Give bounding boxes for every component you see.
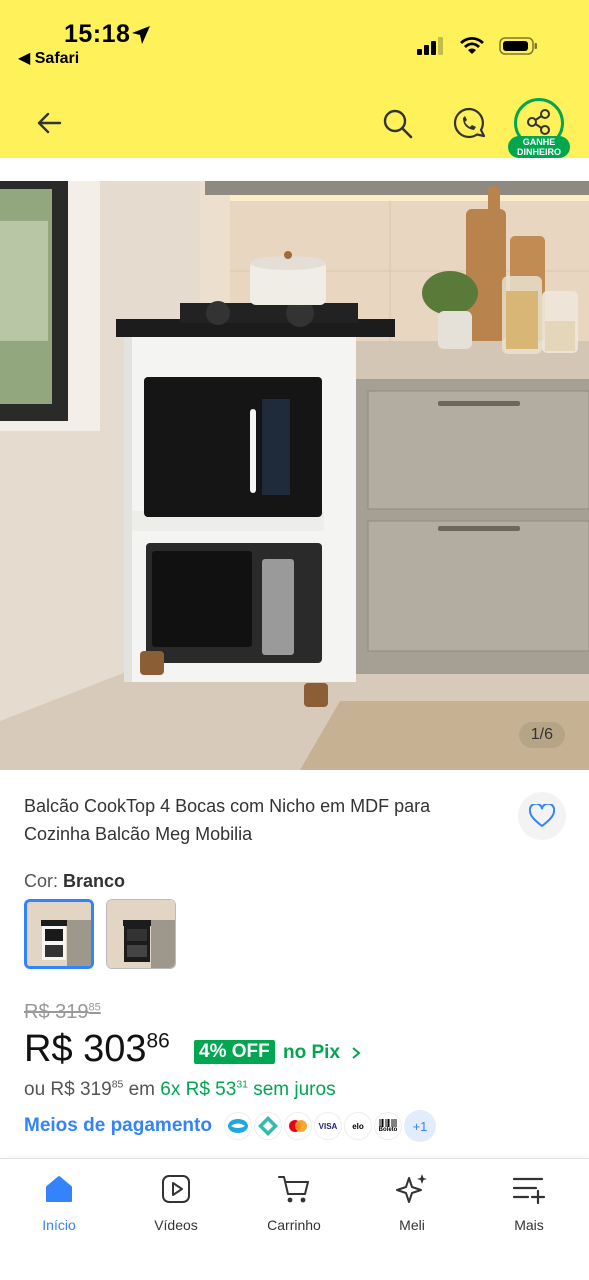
current-price-cents: 86: [146, 1029, 170, 1053]
nav-home[interactable]: Início: [9, 1171, 109, 1233]
sparkle-icon: [396, 1174, 427, 1203]
image-counter: 1/6: [518, 722, 565, 748]
installment-suffix: sem juros: [247, 1079, 336, 1100]
installment-prefix-cents: 85: [111, 1079, 124, 1091]
nav-cart-label: Carrinho: [267, 1217, 321, 1233]
wifi-icon: [460, 37, 484, 54]
pix-link[interactable]: no Pix: [283, 1042, 363, 1064]
color-value: Branco: [63, 871, 126, 891]
color-label: Cor:: [24, 871, 64, 891]
original-price-main: R$ 319: [24, 1001, 89, 1023]
earn-badge-line1: GANHE: [522, 137, 556, 147]
mercadopago-icon: [224, 1112, 252, 1140]
nav-more-label: Mais: [514, 1217, 544, 1233]
original-price: R$ 31985: [24, 1001, 101, 1024]
status-icons: [417, 36, 539, 56]
installment-cents: 31: [236, 1079, 248, 1091]
cart-icon: [278, 1176, 309, 1203]
nav-videos-label: Vídeos: [154, 1217, 198, 1233]
menu-plus-icon: [512, 1177, 546, 1204]
installment-count: 6x R$ 53: [160, 1079, 237, 1100]
installment-prefix: ou R$ 319: [24, 1079, 112, 1100]
boleto-icon: Boleto: [374, 1112, 402, 1140]
visa-icon: VISA: [314, 1112, 342, 1140]
home-icon: [46, 1176, 72, 1202]
payment-methods-link[interactable]: Meios de pagamento: [24, 1115, 212, 1137]
nav-videos[interactable]: Vídeos: [126, 1171, 226, 1233]
nav-cart[interactable]: Carrinho: [244, 1171, 344, 1233]
search-icon[interactable]: [380, 106, 416, 142]
back-arrow-icon[interactable]: [32, 106, 66, 140]
top-bar: 15:18 ◀ Safari GANHE DINHEIRO: [0, 0, 589, 158]
status-time: 15:18: [64, 20, 131, 48]
mastercard-icon: [284, 1112, 312, 1140]
nav-meli[interactable]: Meli: [362, 1171, 462, 1233]
product-image-gallery[interactable]: 1/6: [0, 181, 589, 770]
earn-money-badge: GANHE DINHEIRO: [508, 136, 570, 158]
earn-badge-line2: DINHEIRO: [516, 147, 561, 157]
share-earn-button[interactable]: GANHE DINHEIRO: [506, 98, 572, 160]
product-title: Balcão CookTop 4 Bocas com Nicho em MDF …: [24, 796, 431, 844]
current-price: R$ 30386: [24, 1028, 170, 1071]
current-price-main: R$ 303: [24, 1028, 147, 1070]
boleto-label: Boleto: [378, 1127, 398, 1133]
nav-more[interactable]: Mais: [479, 1171, 579, 1233]
payment-icons[interactable]: VISA elo Boleto +1: [224, 1110, 436, 1142]
battery-icon: [499, 37, 537, 55]
color-selector-label: Cor: Branco: [24, 871, 125, 892]
color-swatch-black[interactable]: [106, 899, 176, 969]
original-price-cents: 85: [88, 1001, 101, 1014]
signal-icon: [417, 37, 443, 55]
chevron-right-icon: [352, 1047, 361, 1059]
installments: ou R$ 31985 em 6x R$ 5331 sem juros: [24, 1079, 336, 1101]
bottom-navigation: Início Vídeos Carrinho Meli Mais: [0, 1158, 589, 1280]
discount-badge: 4% OFF: [194, 1040, 275, 1064]
color-swatch-white[interactable]: [24, 899, 94, 969]
heart-icon: [529, 804, 555, 827]
elo-icon: elo: [344, 1112, 372, 1140]
location-arrow-icon: [132, 26, 150, 44]
play-icon: [162, 1175, 190, 1203]
favorite-button[interactable]: [518, 792, 566, 840]
more-payment-methods[interactable]: +1: [404, 1110, 436, 1142]
whatsapp-share-icon[interactable]: [450, 105, 488, 143]
back-to-safari[interactable]: ◀ Safari: [18, 48, 79, 68]
installment-mid: em: [123, 1079, 161, 1100]
nav-meli-label: Meli: [399, 1217, 425, 1233]
nav-home-label: Início: [42, 1217, 76, 1233]
pix-icon: [254, 1112, 282, 1140]
product-photo: [0, 181, 589, 770]
pix-label: no Pix: [283, 1042, 341, 1063]
